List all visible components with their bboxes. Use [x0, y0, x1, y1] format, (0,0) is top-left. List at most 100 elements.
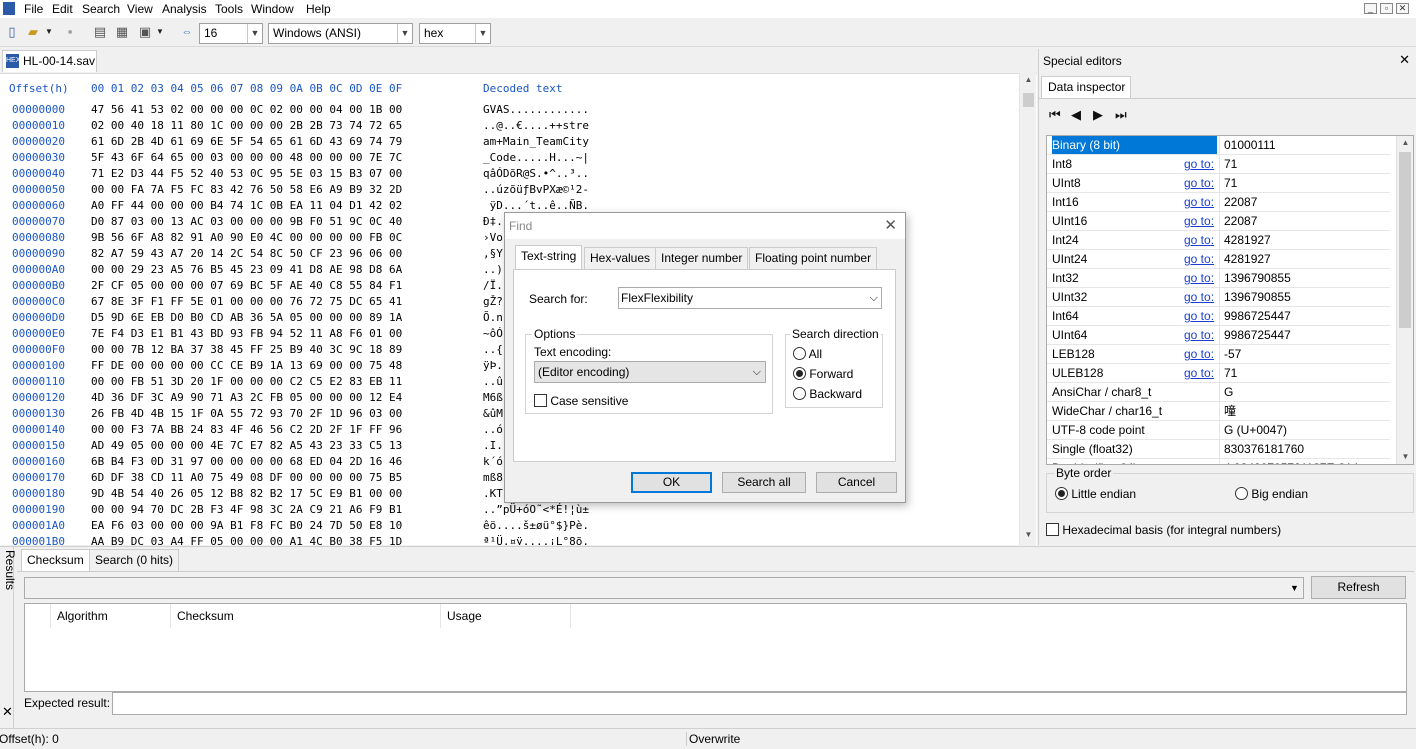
row-decoded[interactable]: M6ß — [483, 391, 503, 404]
row-decoded[interactable]: /Ï. — [483, 279, 503, 292]
inspector-value[interactable]: 噇 — [1219, 402, 1390, 420]
first-icon[interactable]: ⏮ — [1049, 107, 1071, 123]
row-bytes[interactable]: 00 00 F3 7A BB 24 83 4F 46 56 C2 2D 2F 1… — [91, 423, 402, 436]
tab-checksum[interactable]: Checksum — [21, 549, 90, 571]
row-decoded[interactable]: êö....š±øü°$}Pè. — [483, 519, 589, 532]
close-icon[interactable]: ✕ — [1399, 52, 1410, 68]
row-bytes[interactable]: AD 49 05 00 00 00 4E 7C E7 82 A5 43 23 3… — [91, 439, 402, 452]
dropdown-icon[interactable]: ▼ — [44, 24, 54, 40]
inspector-row[interactable]: UTF-8 code point G (U+0047) — [1047, 421, 1390, 440]
row-bytes[interactable]: D5 9D 6E EB D0 B0 CD AB 36 5A 05 00 00 0… — [91, 311, 402, 324]
search-all-button[interactable]: Search all — [722, 472, 806, 493]
row-bytes[interactable]: 9B 56 6F A8 82 91 A0 90 E0 4C 00 00 00 0… — [91, 231, 402, 244]
close-icon[interactable]: ✕ — [1396, 3, 1409, 14]
inspector-row[interactable]: ULEB128 go to: 71 — [1047, 364, 1390, 383]
inspector-value[interactable]: 9986725447 — [1219, 307, 1390, 325]
row-bytes[interactable]: FF DE 00 00 00 00 CC CE B9 1A 13 69 00 0… — [91, 359, 402, 372]
tab-data-inspector[interactable]: Data inspector — [1041, 76, 1131, 98]
inspector-value[interactable]: 9986725447 — [1219, 326, 1390, 344]
disk-icon[interactable]: ▤ — [92, 24, 108, 40]
row-bytes[interactable]: 02 00 40 18 11 80 1C 00 00 00 2B 2B 73 7… — [91, 119, 402, 132]
big-endian-radio[interactable]: Big endian — [1235, 487, 1308, 501]
expected-result-input[interactable] — [112, 692, 1407, 715]
row-bytes[interactable]: 2F CF 05 00 00 00 07 69 BC 5F AE 40 C8 5… — [91, 279, 402, 292]
inspector-row[interactable]: AnsiChar / char8_t G — [1047, 383, 1390, 402]
row-bytes[interactable]: 61 6D 2B 4D 61 69 6E 5F 54 65 61 6D 43 6… — [91, 135, 402, 148]
column-algorithm[interactable]: Algorithm — [51, 604, 171, 628]
row-decoded[interactable]: ~ôÓ — [483, 327, 503, 340]
search-for-input[interactable]: FlexFlexibility ⌵ — [618, 287, 882, 309]
inspector-row[interactable]: Int16 go to: 22087 — [1047, 193, 1390, 212]
inspector-row[interactable]: UInt16 go to: 22087 — [1047, 212, 1390, 231]
row-decoded[interactable]: ..û — [483, 375, 503, 388]
row-bytes[interactable]: 00 00 FB 51 3D 20 1F 00 00 00 C2 C5 E2 8… — [91, 375, 402, 388]
row-decoded[interactable]: ..@..€....++stre — [483, 119, 589, 132]
direction-backward-radio[interactable]: Backward — [793, 387, 862, 401]
row-bytes[interactable]: 71 E2 D3 44 F5 52 40 53 0C 95 5E 03 15 B… — [91, 167, 402, 180]
row-decoded[interactable]: ..{ — [483, 343, 503, 356]
inspector-row[interactable]: Single (float32) 830376181760 — [1047, 440, 1390, 459]
menu-analysis[interactable]: Analysis — [162, 2, 207, 16]
inspector-value[interactable]: G — [1219, 383, 1390, 401]
row-bytes[interactable]: 7E F4 D3 E1 B1 43 BD 93 FB 94 52 11 A8 F… — [91, 327, 402, 340]
row-bytes[interactable]: D0 87 03 00 13 AC 03 00 00 00 9B F0 51 9… — [91, 215, 402, 228]
offset-base-select[interactable]: hex ▼ — [419, 23, 491, 44]
scroll-down-icon[interactable]: ▼ — [1020, 528, 1037, 542]
scroll-thumb[interactable] — [1023, 93, 1034, 107]
row-decoded[interactable]: Õ.n — [483, 311, 503, 324]
close-icon[interactable]: ✕ — [884, 216, 897, 234]
row-bytes[interactable]: 00 00 7B 12 BA 37 38 45 FF 25 B9 40 3C 9… — [91, 343, 402, 356]
inspector-value[interactable]: -57 — [1219, 345, 1390, 363]
scroll-down-icon[interactable]: ▼ — [1397, 450, 1413, 464]
hex-scrollbar[interactable]: ▲ ▼ — [1019, 73, 1036, 545]
ram-icon[interactable]: ▦ — [114, 24, 130, 40]
algorithm-select[interactable]: ▼ — [24, 577, 1304, 599]
next-icon[interactable]: ▶ — [1093, 107, 1115, 123]
inspector-value[interactable]: 22087 — [1219, 193, 1390, 211]
row-decoded[interactable]: gŽ? — [483, 295, 503, 308]
menu-file[interactable]: File — [24, 2, 43, 16]
tab-text-string[interactable]: Text-string — [515, 245, 583, 270]
inspector-row[interactable]: Int64 go to: 9986725447 — [1047, 307, 1390, 326]
row-decoded[interactable]: mß8 — [483, 471, 503, 484]
scroll-up-icon[interactable]: ▲ — [1397, 136, 1413, 150]
inspector-value[interactable]: 1396790855 — [1219, 288, 1390, 306]
close-icon[interactable]: ✕ — [2, 704, 13, 720]
row-bytes[interactable]: 6B B4 F3 0D 31 97 00 00 00 00 68 ED 04 2… — [91, 455, 402, 468]
goto-link[interactable]: go to: — [1184, 307, 1214, 325]
inspector-value[interactable]: G (U+0047) — [1219, 421, 1390, 439]
new-file-icon[interactable]: ▯ — [4, 24, 20, 40]
scroll-up-icon[interactable]: ▲ — [1020, 73, 1037, 87]
row-decoded[interactable]: ..ó — [483, 423, 503, 436]
minimize-icon[interactable]: _ — [1364, 3, 1377, 14]
checksum-list[interactable]: Algorithm Checksum Usage — [24, 603, 1407, 692]
text-encoding-select[interactable]: (Editor encoding) ⌵ — [534, 361, 766, 383]
inspector-row[interactable]: WideChar / char16_t 噇 — [1047, 402, 1390, 421]
menu-edit[interactable]: Edit — [52, 2, 73, 16]
scroll-thumb[interactable] — [1399, 152, 1411, 328]
cancel-button[interactable]: Cancel — [816, 472, 897, 493]
inspector-value[interactable]: 1396790855 — [1219, 269, 1390, 287]
row-bytes[interactable]: 5F 43 6F 64 65 00 03 00 00 00 48 00 00 0… — [91, 151, 402, 164]
row-bytes[interactable]: AA B9 DC 03 A4 FF 05 00 00 00 A1 4C B0 3… — [91, 535, 402, 545]
inspector-value[interactable]: 71 — [1219, 155, 1390, 173]
goto-link[interactable]: go to: — [1184, 326, 1214, 344]
goto-link[interactable]: go to: — [1184, 174, 1214, 192]
inspector-value[interactable]: 4.93480705781137E-314 — [1219, 459, 1390, 464]
row-decoded[interactable]: ÿD...´t..ê..ÑB. — [483, 199, 589, 212]
inspector-row[interactable]: Binary (8 bit) 01000111 — [1047, 136, 1390, 155]
row-decoded[interactable]: ..”pÜ+óO˜<*É!¦ù± — [483, 503, 589, 516]
inspector-value[interactable]: 4281927 — [1219, 250, 1390, 268]
goto-link[interactable]: go to: — [1184, 155, 1214, 173]
inspector-row[interactable]: Double (float64) 4.93480705781137E-314 — [1047, 459, 1390, 464]
row-bytes[interactable]: 00 00 94 70 DC 2B F3 4F 98 3C 2A C9 21 A… — [91, 503, 402, 516]
tab-file[interactable]: HEX HL-00-14.sav — [2, 50, 97, 72]
previous-icon[interactable]: ◀ — [1071, 107, 1093, 123]
inspector-value[interactable]: 71 — [1219, 364, 1390, 382]
row-bytes[interactable]: 82 A7 59 43 A7 20 14 2C 54 8C 50 CF 23 9… — [91, 247, 402, 260]
row-bytes[interactable]: 26 FB 4D 4B 15 1F 0A 55 72 93 70 2F 1D 9… — [91, 407, 402, 420]
row-decoded[interactable]: .I. — [483, 439, 503, 452]
goto-link[interactable]: go to: — [1184, 193, 1214, 211]
inspector-value[interactable]: 71 — [1219, 174, 1390, 192]
inspector-row[interactable]: UInt32 go to: 1396790855 — [1047, 288, 1390, 307]
